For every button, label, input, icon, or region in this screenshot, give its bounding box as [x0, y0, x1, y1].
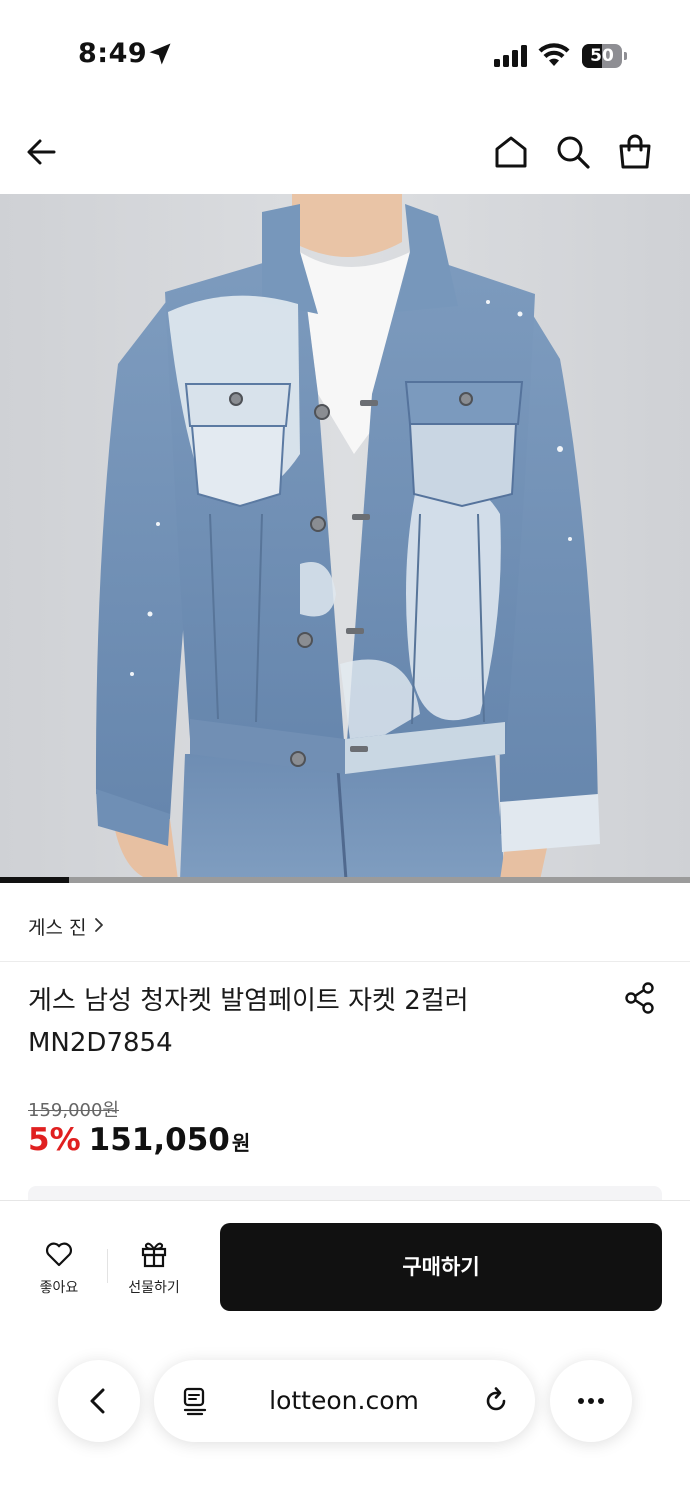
buy-button[interactable]: 구매하기 — [220, 1223, 662, 1311]
browser-back-button[interactable] — [58, 1360, 140, 1442]
status-time: 8:49 — [78, 38, 148, 69]
location-arrow-icon — [149, 43, 171, 65]
like-button[interactable]: 좋아요 — [16, 1239, 102, 1307]
home-icon[interactable] — [489, 130, 533, 174]
shopping-bag-icon[interactable] — [613, 130, 657, 174]
bottom-action-bar: 좋아요 선물하기 구매하기 — [0, 1200, 690, 1331]
denim-jacket-photo — [0, 194, 690, 880]
app-header — [0, 110, 690, 194]
product-title: 게스 남성 청자켓 발염페이트 자켓 2컬러 MN2D7854 — [28, 986, 469, 1058]
url-text: lotteon.com — [269, 1386, 419, 1415]
original-price: 159,000원 — [28, 1100, 119, 1121]
cellular-signal-icon — [494, 45, 527, 67]
sale-price: 151,050 — [88, 1122, 230, 1158]
brand-link[interactable]: 게스 진 — [0, 885, 690, 962]
battery-level: 50 — [590, 46, 614, 66]
back-chevron-icon — [90, 1388, 105, 1414]
back-arrow-icon[interactable] — [20, 130, 64, 174]
browser-toolbar: lotteon.com — [0, 1330, 690, 1500]
discount-rate: 5% — [28, 1122, 81, 1158]
gift-icon — [141, 1242, 167, 1268]
price-currency: 원 — [231, 1131, 251, 1155]
info-panel — [28, 1186, 662, 1200]
wifi-icon — [538, 43, 570, 66]
battery-icon: 50 — [582, 44, 630, 68]
gift-label: 선물하기 — [128, 1280, 180, 1296]
status-bar: 8:49 50 — [0, 0, 690, 110]
reload-icon[interactable] — [480, 1385, 512, 1417]
gift-button[interactable]: 선물하기 — [111, 1239, 197, 1307]
share-icon[interactable] — [622, 980, 658, 1016]
address-bar[interactable]: lotteon.com — [154, 1360, 535, 1442]
price-row: 5% 151,050 원 — [28, 1122, 250, 1166]
reader-icon[interactable] — [180, 1386, 210, 1416]
heart-icon — [45, 1242, 73, 1267]
chevron-right-icon — [95, 918, 103, 932]
more-icon — [578, 1398, 604, 1404]
like-label: 좋아요 — [39, 1280, 79, 1296]
more-button[interactable] — [550, 1360, 632, 1442]
search-icon[interactable] — [551, 130, 595, 174]
brand-name: 게스 진 — [28, 917, 87, 939]
product-image[interactable] — [0, 194, 690, 880]
image-carousel-indicator — [0, 877, 690, 883]
divider — [107, 1249, 108, 1283]
